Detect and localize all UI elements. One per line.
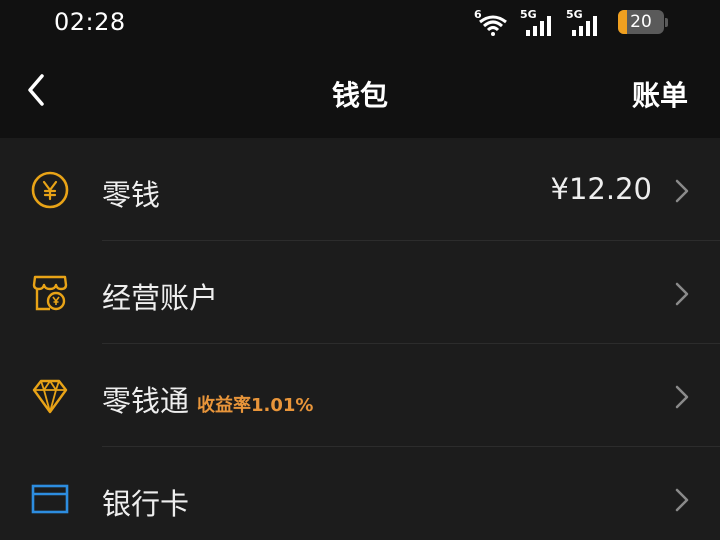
list-item-lingqiantong[interactable]: 零钱通 收益率1.01% <box>0 344 720 447</box>
list-item-bank-card[interactable]: 银行卡 <box>0 447 720 540</box>
signal-bars-icon <box>526 16 551 36</box>
item-label-text: 零钱通 <box>102 384 190 418</box>
chevron-right-icon <box>675 385 689 409</box>
chevron-right-icon <box>675 179 689 203</box>
item-label-text: 零钱 <box>102 178 161 212</box>
battery-tip <box>665 17 668 27</box>
battery-icon: 20 <box>618 10 664 34</box>
status-bar: 02:28 6 5G 5G 20 <box>0 0 720 44</box>
item-sub: 收益率1.01% <box>197 395 314 416</box>
page-title: 钱包 <box>331 79 388 112</box>
list-item-change[interactable]: 零钱 ¥12.20 <box>0 138 720 241</box>
wifi-icon <box>479 15 507 36</box>
item-label-text: 银行卡 <box>102 487 190 521</box>
store-account-icon <box>32 275 68 311</box>
item-label: 零钱通 收益率1.01% <box>102 378 313 420</box>
bank-card-icon <box>31 484 69 514</box>
item-label: 银行卡 <box>102 481 197 523</box>
diamond-icon <box>32 379 68 414</box>
sim2-signal: 5G <box>566 8 604 36</box>
wallet-list: 零钱 ¥12.20 经营账户 零钱通 收益率1.01% 银行卡 <box>0 138 720 540</box>
item-label: 零钱 <box>102 172 168 214</box>
chevron-right-icon <box>675 488 689 512</box>
yuan-coin-icon <box>31 171 69 209</box>
battery-level: 20 <box>630 12 652 32</box>
item-value: ¥12.20 <box>550 172 652 206</box>
status-icons: 6 5G 5G 20 <box>474 6 668 38</box>
sim1-signal: 5G <box>520 8 558 36</box>
wifi-indicator: 6 <box>474 8 512 36</box>
bills-button[interactable]: 账单 <box>632 74 688 114</box>
nav-bar: 钱包 账单 <box>0 44 720 138</box>
item-label-text: 经营账户 <box>102 281 219 315</box>
status-time: 02:28 <box>54 8 126 36</box>
item-label: 经营账户 <box>102 275 226 317</box>
signal-bars-icon <box>572 16 597 36</box>
chevron-right-icon <box>675 282 689 306</box>
list-item-business-account[interactable]: 经营账户 <box>0 241 720 344</box>
